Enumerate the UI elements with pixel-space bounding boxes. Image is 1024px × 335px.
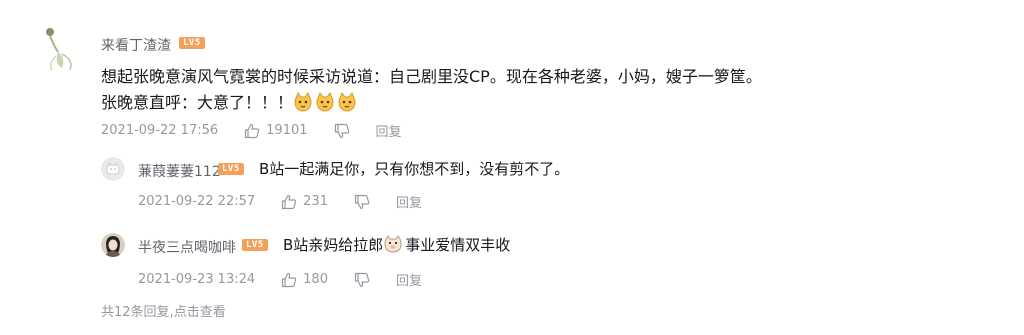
view-more-link[interactable]: 点击查看 bbox=[174, 305, 226, 320]
like-button[interactable]: 180 bbox=[281, 272, 328, 288]
username[interactable]: 蒹葭萋萋112 bbox=[138, 161, 221, 181]
level-badge: LV5 bbox=[179, 37, 205, 49]
like-count: 180 bbox=[303, 272, 328, 287]
comment-text-line-1: 想起张晚意演风气霓裳的时候采访说道：自己剧里没CP。现在各种老婆，小妈，嫂子一箩… bbox=[101, 67, 762, 86]
like-button[interactable]: 19101 bbox=[244, 123, 308, 139]
reply-count-text: 共12条回复, bbox=[101, 305, 174, 320]
reply-text-container: B站亲妈给拉郎 事业爱情双丰收 bbox=[283, 233, 510, 258]
reply-text: B站一起满足你，只有你想不到，没有剪不了。 bbox=[259, 160, 570, 178]
level-badge: LV5 bbox=[242, 239, 268, 251]
username[interactable]: 来看丁渣渣 bbox=[101, 35, 171, 55]
timestamp: 2021-09-22 22:57 bbox=[138, 194, 256, 209]
cat-face-emoji-icon bbox=[294, 92, 312, 112]
like-button[interactable]: 231 bbox=[281, 194, 328, 210]
comment-text-line-2: 张晚意直呼：大意了！！！ bbox=[101, 90, 359, 115]
thumb-up-icon bbox=[282, 272, 297, 287]
reply-count-footer: 共12条回复,点击查看 bbox=[101, 301, 226, 320]
cat-face-emoji-icon bbox=[316, 92, 334, 112]
thumb-up-icon bbox=[245, 123, 260, 138]
comment-text: 张晚意直呼：大意了！！！ bbox=[101, 93, 294, 112]
thumb-down-icon bbox=[334, 123, 349, 138]
reply-button[interactable]: 回复 bbox=[396, 270, 422, 289]
thumb-down-icon bbox=[354, 272, 370, 287]
reply-button[interactable]: 回复 bbox=[376, 121, 402, 140]
like-count: 19101 bbox=[266, 123, 308, 138]
dislike-button[interactable] bbox=[354, 194, 370, 210]
username[interactable]: 半夜三点喝咖啡 bbox=[138, 237, 236, 257]
like-count: 231 bbox=[303, 194, 328, 209]
dislike-button[interactable] bbox=[334, 123, 350, 139]
timestamp: 2021-09-22 17:56 bbox=[101, 123, 219, 138]
level-badge: LV5 bbox=[218, 163, 244, 175]
avatar[interactable] bbox=[101, 233, 125, 257]
thumb-down-icon bbox=[354, 194, 370, 209]
reply-text: B站亲妈给拉郎 bbox=[283, 236, 384, 254]
dislike-button[interactable] bbox=[354, 272, 370, 288]
pig-face-emoji-icon bbox=[384, 235, 402, 253]
comment-meta: 2021-09-22 17:56 19101 回复 bbox=[101, 121, 402, 140]
reply-meta: 2021-09-23 13:24 180 回复 bbox=[138, 270, 422, 289]
cat-face-emoji-icon bbox=[338, 92, 356, 112]
reply-meta: 2021-09-22 22:57 231 回复 bbox=[138, 192, 422, 211]
timestamp: 2021-09-23 13:24 bbox=[138, 272, 256, 287]
reply-text: 事业爱情双丰收 bbox=[405, 236, 511, 254]
thumb-up-icon bbox=[282, 194, 297, 209]
avatar[interactable] bbox=[101, 157, 125, 181]
reply-button[interactable]: 回复 bbox=[396, 192, 422, 211]
avatar[interactable] bbox=[40, 24, 80, 72]
